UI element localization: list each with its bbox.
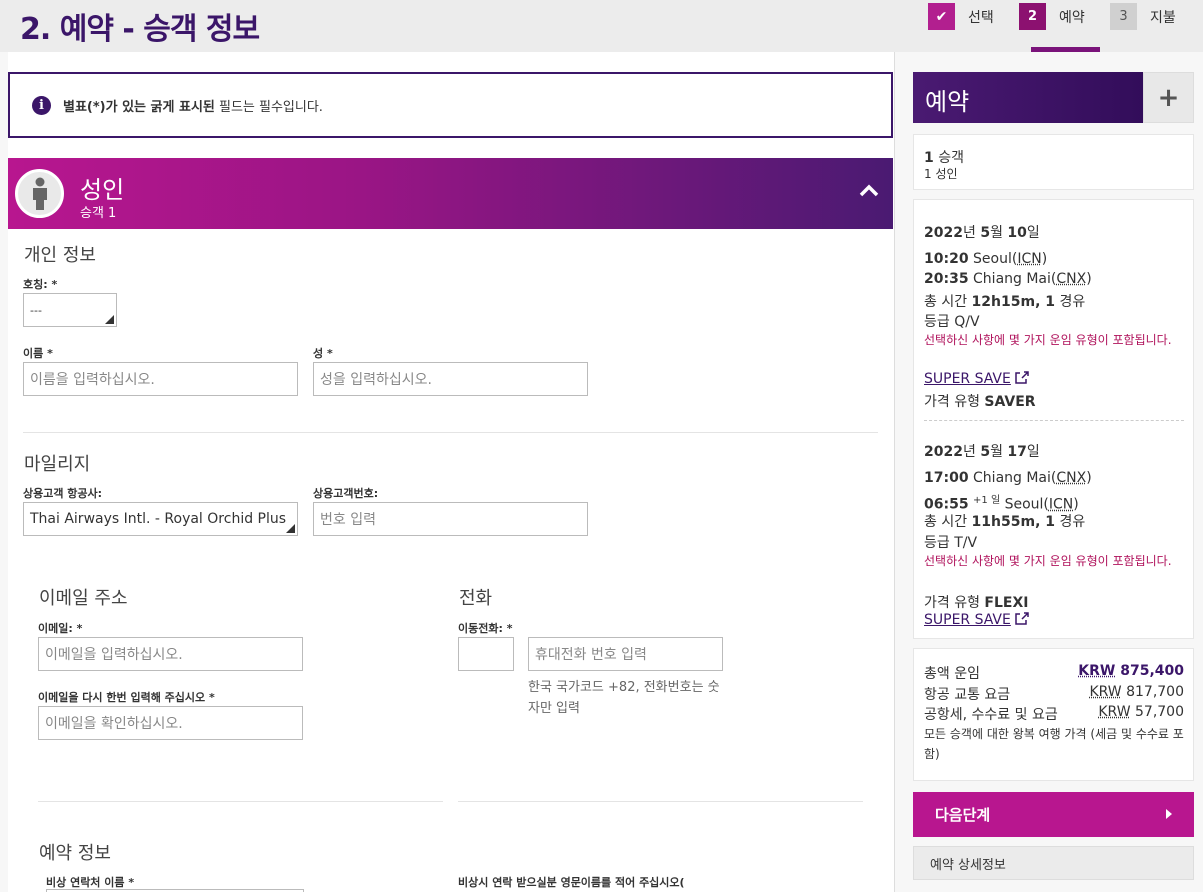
- inbound-fare-link[interactable]: SUPER SAVE: [924, 612, 1011, 628]
- outbound-date: 2022년 5월 10일: [924, 222, 1040, 242]
- required-notice: i 별표(*)가 있는 굵게 표시된 필드는 필수입니다.: [8, 72, 893, 138]
- expand-cart-button[interactable]: +: [1143, 72, 1194, 123]
- tax-row: 공항세, 수수료 및 요금 KRW 57,700: [924, 704, 1184, 724]
- passenger-form: i 별표(*)가 있는 굵게 표시된 필드는 필수입니다. 성인 승객 1 개인…: [8, 52, 895, 892]
- step-payment: 3 지불: [1110, 3, 1176, 30]
- inbound-departure: 17:00 Chiang Mai(CNX): [924, 470, 1092, 486]
- inbound-class: 등급 T/V: [924, 532, 977, 552]
- air-fare-value: KRW 817,700: [1089, 684, 1184, 704]
- notice-text: 필드는 필수입니다.: [215, 100, 323, 115]
- person-icon-svg: [28, 177, 52, 211]
- outbound-duration: 총 시간 12h15m, 1 경유: [924, 291, 1085, 311]
- ffp-airline-label: 상용고객 항공사:: [23, 485, 102, 501]
- chevron-up-icon[interactable]: [859, 180, 879, 200]
- emergency-contact-hint: 비상시 연락 받으실분 영문이름를 적어 주십시오(: [458, 874, 685, 890]
- cart-title: 예약: [925, 82, 969, 117]
- step-label: 예약: [1059, 7, 1085, 27]
- check-icon: ✔: [928, 3, 955, 30]
- step-label: 선택: [968, 7, 994, 27]
- step-select[interactable]: ✔ 선택: [928, 3, 994, 30]
- pax-label: 승객: [934, 150, 964, 166]
- step-number: 2: [1019, 3, 1046, 30]
- next-step-label: 다음단계: [935, 804, 990, 825]
- mobile-input[interactable]: 휴대전화 번호 입력: [528, 637, 723, 671]
- tax-value: KRW 57,700: [1098, 704, 1184, 724]
- tax-label: 공항세, 수수료 및 요금: [924, 704, 1058, 724]
- pax-count: 1: [924, 150, 934, 166]
- phone-hint: 한국 국가코드 +82, 전화번호는 숫자만 입력: [528, 677, 728, 719]
- inbound-date: 2022년 5월 17일: [924, 441, 1040, 461]
- info-icon: i: [32, 96, 51, 115]
- step-booking: 2 예약: [1019, 3, 1085, 30]
- air-fare-row: 항공 교통 요금 KRW 817,700: [924, 684, 1184, 704]
- external-link-icon: [1015, 612, 1029, 625]
- divider: [23, 432, 878, 433]
- email-input[interactable]: 이메일을 입력하십시오.: [38, 637, 303, 671]
- air-fare-label: 항공 교통 요금: [924, 684, 1010, 704]
- inbound-arrival: 06:55 +1 일 Seoul(ICN): [924, 491, 1079, 513]
- inbound-fare-type: 가격 유형 FLEXI: [924, 592, 1028, 612]
- last-name-input[interactable]: 성을 입력하십시오.: [313, 362, 588, 396]
- first-name-input[interactable]: 이름을 입력하십시오.: [23, 362, 298, 396]
- first-name-label: 이름 *: [23, 345, 53, 361]
- total-fare-label: 총액 운임: [924, 663, 980, 683]
- top-bar: 2. 예약 - 승객 정보 ✔ 선택 2 예약 3 지불: [0, 0, 1203, 52]
- email-label: 이메일: *: [38, 620, 82, 636]
- personal-info-title: 개인 정보: [24, 241, 96, 267]
- external-link-icon: [1015, 371, 1029, 384]
- passenger-summary: 1 승객 1 성인: [913, 134, 1194, 190]
- outbound-fare-note: 선택하신 사항에 몇 가지 운임 유형이 포함됩니다.: [924, 330, 1184, 350]
- emergency-contact-label: 비상 연락처 이름 *: [46, 874, 134, 890]
- divider: [924, 420, 1184, 421]
- ffp-number-input[interactable]: 번호 입력: [313, 502, 588, 536]
- email-confirm-label: 이메일을 다시 한번 입력해 주십시오 *: [38, 689, 215, 705]
- outbound-arrival: 20:35 Chiang Mai(CNX): [924, 271, 1092, 287]
- inbound-duration: 총 시간 11h55m, 1 경유: [924, 511, 1085, 531]
- outbound-class: 등급 Q/V: [924, 311, 980, 331]
- ffp-airline-select[interactable]: Thai Airways Intl. - Royal Orchid Plus: [23, 502, 298, 536]
- divider: [458, 801, 863, 802]
- pax-detail: 1 성인: [924, 165, 958, 182]
- booking-info-title: 예약 정보: [39, 839, 111, 865]
- step-label: 지불: [1150, 7, 1176, 27]
- email-confirm-input[interactable]: 이메일을 확인하십시오.: [38, 706, 303, 740]
- total-fare-row: 총액 운임 KRW 875,400: [924, 663, 1184, 683]
- outbound-fare-type: 가격 유형 SAVER: [924, 391, 1036, 411]
- divider: [38, 801, 443, 802]
- last-name-label: 성 *: [313, 345, 333, 361]
- next-step-button[interactable]: 다음단계: [913, 792, 1194, 837]
- inbound-fare-note: 선택하신 사항에 몇 가지 운임 유형이 포함됩니다.: [924, 551, 1184, 571]
- mobile-label: 이동전화: *: [458, 620, 512, 636]
- outbound-departure: 10:20 Seoul(ICN): [924, 251, 1047, 267]
- step-number: 3: [1110, 3, 1137, 30]
- outbound-fare-link[interactable]: SUPER SAVE: [924, 371, 1011, 387]
- page-title: 2. 예약 - 승객 정보: [20, 4, 259, 48]
- email-title: 이메일 주소: [39, 584, 128, 610]
- total-fare-value: KRW 875,400: [1078, 663, 1184, 683]
- dropdown-triangle-icon: [286, 524, 295, 533]
- notice-bold: 별표(*)가 있는 굵게 표시된: [63, 100, 215, 115]
- booking-details-button[interactable]: 예약 상세정보: [913, 846, 1194, 880]
- salutation-label: 호칭: *: [23, 276, 57, 292]
- passenger-header[interactable]: 성인 승객 1: [8, 158, 893, 229]
- passenger-number: 승객 1: [80, 202, 116, 221]
- price-note: 모든 승객에 대한 왕복 여행 가격 (세금 및 수수료 포함): [924, 724, 1186, 764]
- active-step-indicator: [1031, 47, 1100, 52]
- itinerary-card: 2022년 5월 10일 10:20 Seoul(ICN) 20:35 Chia…: [913, 199, 1194, 639]
- chevron-right-icon: [1166, 809, 1172, 819]
- country-code-input[interactable]: [458, 637, 514, 671]
- passenger-type: 성인: [80, 170, 124, 205]
- phone-title: 전화: [459, 584, 492, 610]
- ffp-number-label: 상용고객번호:: [313, 485, 378, 501]
- salutation-value: ---: [30, 304, 42, 317]
- price-summary: 총액 운임 KRW 875,400 항공 교통 요금 KRW 817,700 공…: [913, 648, 1194, 781]
- mileage-title: 마일리지: [24, 450, 90, 476]
- person-icon: [15, 169, 64, 218]
- dropdown-triangle-icon: [105, 315, 114, 324]
- ffp-airline-value: Thai Airways Intl. - Royal Orchid Plus: [30, 511, 286, 527]
- salutation-select[interactable]: ---: [23, 293, 117, 327]
